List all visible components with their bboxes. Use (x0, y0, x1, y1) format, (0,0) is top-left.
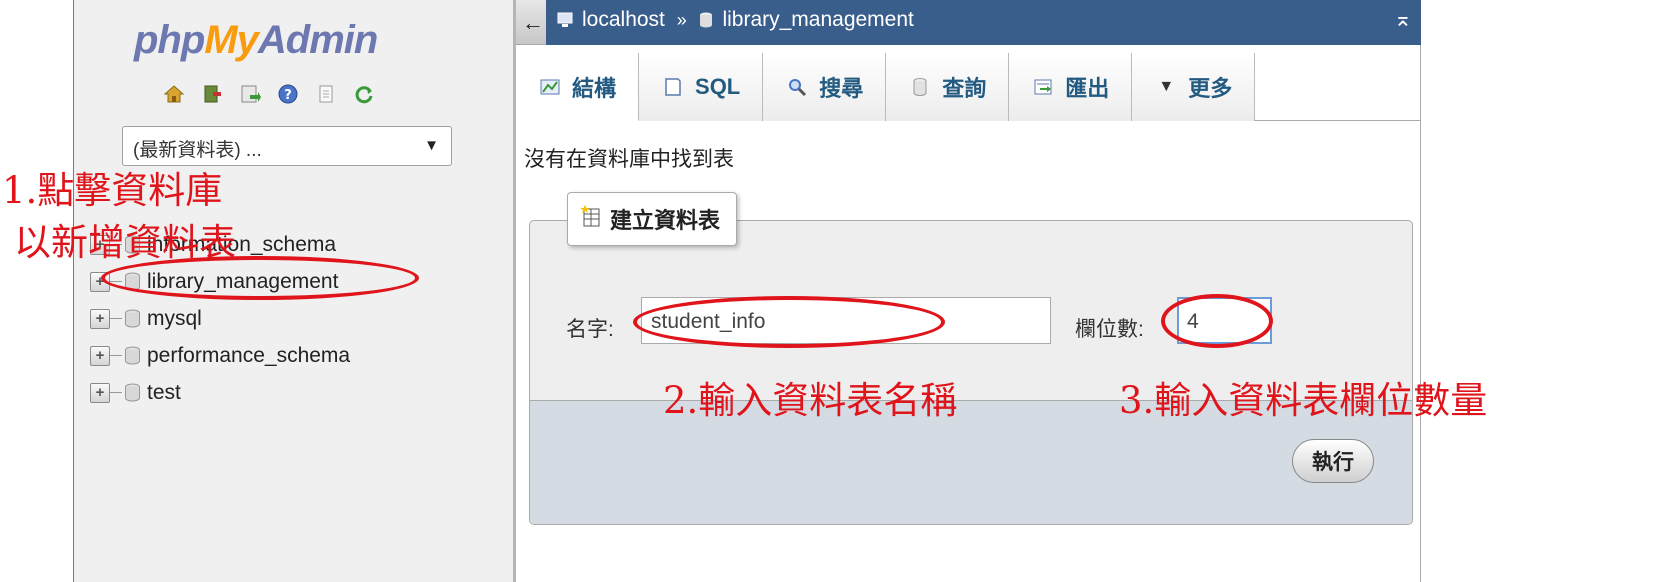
highlight-ellipse-columns (1161, 294, 1273, 348)
logo-admin: Admin (257, 18, 378, 62)
sql-icon (661, 75, 685, 99)
phpmyadmin-logo[interactable]: phpMyAdmin (134, 18, 378, 63)
back-arrow-icon[interactable]: ← (522, 10, 544, 36)
home-icon[interactable] (162, 82, 186, 106)
database-icon (125, 346, 140, 365)
db-item-mysql[interactable]: + mysql (90, 300, 350, 337)
dropdown-arrow-icon: ▼ (424, 137, 439, 154)
legend-label: 建立資料表 (610, 208, 721, 233)
help-icon[interactable]: ? (276, 82, 300, 106)
breadcrumb-path: localhost » library_management (546, 0, 1006, 45)
tab-more[interactable]: ▼ 更多 (1132, 53, 1256, 121)
logo-php: php (134, 18, 205, 62)
tab-bar: 結構 SQL 搜尋 查詢 匯出 ▼ 更多 (516, 53, 1421, 121)
column-count-label: 欄位數: (1075, 318, 1144, 341)
no-tables-notice: 沒有在資料庫中找到表 (524, 148, 734, 171)
main-panel: ← localhost » library_management ⌅ 結構 SQ… (516, 0, 1421, 582)
tree-connector (110, 318, 122, 319)
search-icon (785, 75, 809, 99)
expand-icon[interactable]: + (90, 345, 110, 366)
expand-icon[interactable]: + (90, 382, 110, 403)
db-name[interactable]: performance_schema (147, 344, 350, 368)
nav-icon-bar: ? (162, 82, 376, 106)
db-item-test[interactable]: + test (90, 374, 350, 411)
go-button[interactable]: 執行 (1292, 439, 1374, 483)
server-icon (556, 10, 576, 30)
db-name[interactable]: mysql (147, 307, 202, 331)
tab-search[interactable]: 搜尋 (763, 53, 887, 121)
breadcrumb-server[interactable]: localhost (582, 8, 665, 31)
reload-icon[interactable] (352, 82, 376, 106)
breadcrumb-separator: » (676, 10, 687, 30)
annotation-step3: 3.輸入資料表欄位數量 (1119, 379, 1488, 422)
breadcrumb: ← localhost » library_management ⌅ (516, 0, 1421, 45)
database-icon (125, 383, 140, 402)
recent-tables-value: (最新資料表) ... (133, 140, 262, 161)
structure-icon (538, 75, 562, 99)
tab-structure[interactable]: 結構 (516, 53, 640, 121)
breadcrumb-bar (1006, 0, 1421, 45)
highlight-ellipse-name (633, 296, 945, 348)
database-icon (125, 309, 140, 328)
expand-icon[interactable]: + (90, 308, 110, 329)
tab-label: 搜尋 (819, 76, 864, 101)
collapse-icon[interactable]: ⌅ (1391, 6, 1415, 34)
tab-label: 匯出 (1065, 76, 1110, 101)
query-window-icon[interactable] (238, 82, 262, 106)
table-name-label: 名字: (566, 318, 614, 341)
tab-label: SQL (695, 74, 741, 99)
tree-connector (110, 355, 122, 356)
tab-label: 結構 (572, 75, 617, 101)
annotation-step1-line2: 以新增資料表 (14, 221, 236, 264)
tab-query[interactable]: 查詢 (886, 53, 1010, 121)
create-table-legend: 建立資料表 (567, 192, 738, 246)
tree-connector (110, 392, 122, 393)
annotation-step2: 2.輸入資料表名稱 (663, 379, 958, 422)
database-icon (699, 8, 717, 31)
docs-icon[interactable] (314, 82, 338, 106)
exit-icon[interactable] (200, 82, 224, 106)
db-name[interactable]: test (147, 381, 181, 405)
query-icon (908, 75, 932, 99)
new-table-icon (580, 204, 602, 234)
tab-label: 查詢 (942, 76, 987, 101)
db-item-performance-schema[interactable]: + performance_schema (90, 337, 350, 374)
export-icon (1031, 75, 1055, 99)
breadcrumb-database[interactable]: library_management (722, 8, 913, 31)
annotation-step1-line1: 1.點擊資料庫 (2, 169, 223, 212)
tab-export[interactable]: 匯出 (1009, 53, 1133, 121)
tab-label: 更多 (1188, 76, 1233, 101)
logo-my: My (204, 18, 259, 62)
chevron-down-icon: ▼ (1158, 78, 1175, 95)
svg-text:?: ? (284, 88, 292, 103)
tab-sql[interactable]: SQL (639, 53, 764, 121)
